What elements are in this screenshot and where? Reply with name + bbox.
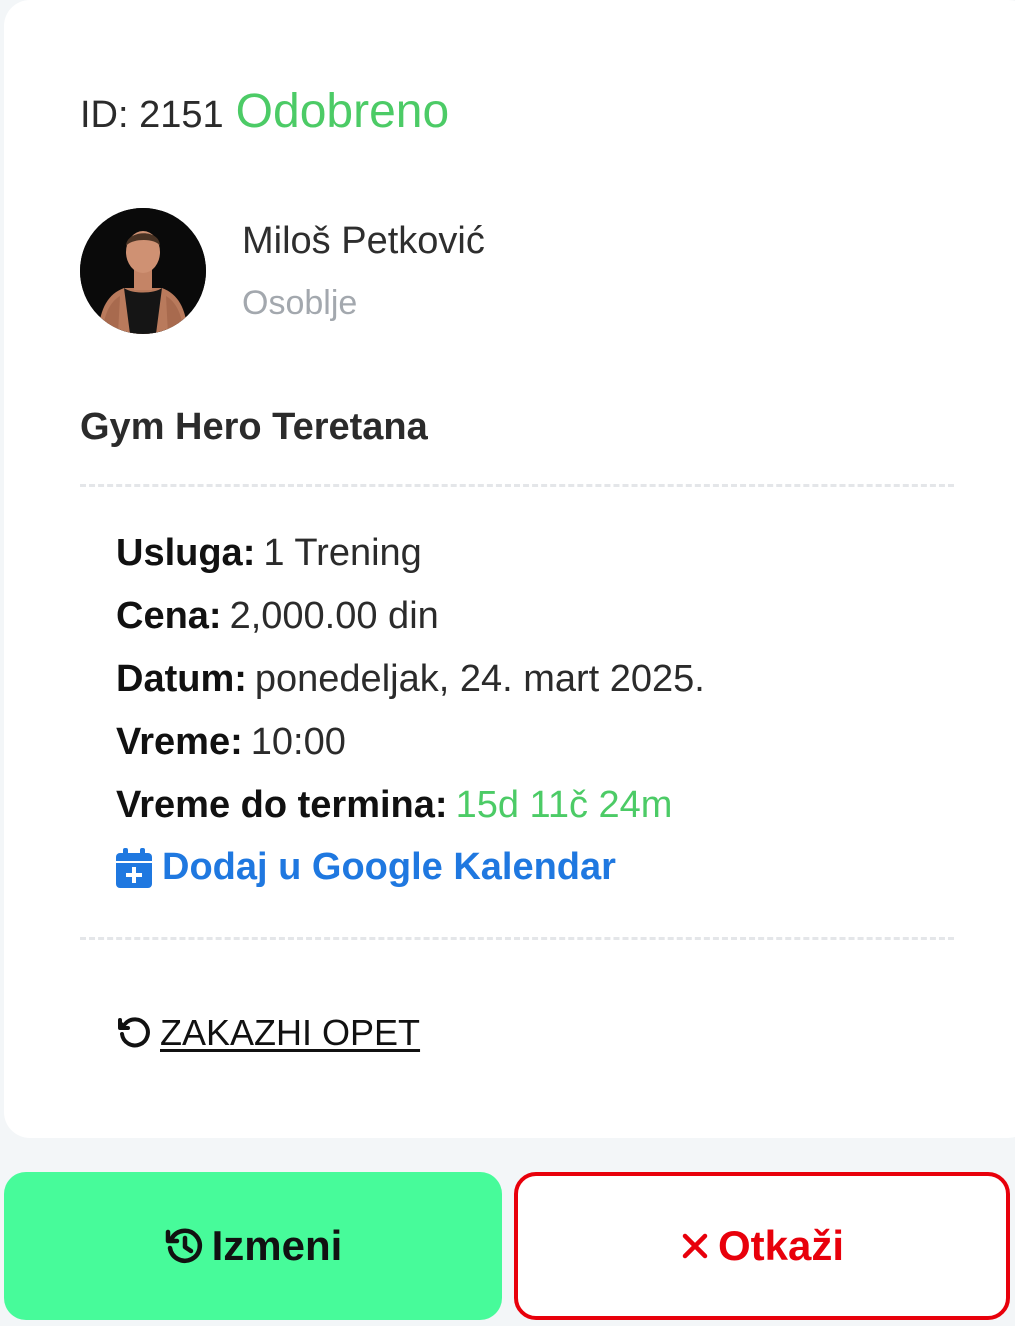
detail-countdown-value: 15d 11č 24m — [455, 784, 673, 826]
avatar — [80, 208, 206, 334]
google-calendar-label: Dodaj u Google Kalendar — [162, 846, 616, 888]
rebook-label: ZAKAZHI OPET — [160, 1012, 421, 1053]
calendar-plus-icon — [116, 847, 152, 888]
detail-service-value: 1 Trening — [263, 532, 422, 574]
detail-countdown-label: Vreme do termina: — [116, 784, 448, 826]
edit-button[interactable]: Izmeni — [4, 1172, 502, 1320]
status-badge: Odobreno — [235, 85, 450, 138]
edit-button-label: Izmeni — [211, 1222, 343, 1269]
rebook-link[interactable]: ZAKAZHI OPET — [116, 1012, 420, 1054]
staff-name: Miloš Petković — [242, 220, 485, 262]
booking-header: ID: 2151 Odobreno — [80, 84, 449, 139]
detail-time-value: 10:00 — [250, 721, 346, 763]
detail-countdown: Vreme do termina: 15d 11č 24m — [116, 784, 672, 827]
cancel-button[interactable]: Otkaži — [514, 1172, 1010, 1320]
gym-name: Gym Hero Teretana — [80, 406, 428, 448]
detail-date: Datum: ponedeljak, 24. mart 2025. — [116, 658, 705, 701]
rotate-left-icon — [118, 1017, 150, 1048]
detail-service-label: Usluga: — [116, 532, 256, 574]
detail-date-value: ponedeljak, 24. mart 2025. — [254, 658, 705, 700]
staff-role: Osoblje — [242, 284, 358, 322]
history-icon — [165, 1228, 202, 1263]
detail-price: Cena: 2,000.00 din — [116, 595, 439, 638]
close-icon — [682, 1233, 708, 1259]
detail-time: Vreme: 10:00 — [116, 721, 346, 764]
divider — [80, 937, 954, 940]
trainer-photo-icon — [80, 208, 206, 334]
detail-price-label: Cena: — [116, 595, 222, 637]
cancel-button-label: Otkaži — [717, 1222, 845, 1269]
detail-price-value: 2,000.00 din — [229, 595, 439, 637]
divider — [80, 484, 954, 487]
google-calendar-link[interactable]: Dodaj u Google Kalendar — [116, 846, 616, 889]
detail-time-label: Vreme: — [116, 721, 243, 763]
booking-id: ID: 2151 — [80, 94, 224, 136]
detail-date-label: Datum: — [116, 658, 247, 700]
detail-service: Usluga: 1 Trening — [116, 532, 422, 575]
booking-card: ID: 2151 Odobreno Miloš Petković Osoblje… — [4, 0, 1015, 1138]
